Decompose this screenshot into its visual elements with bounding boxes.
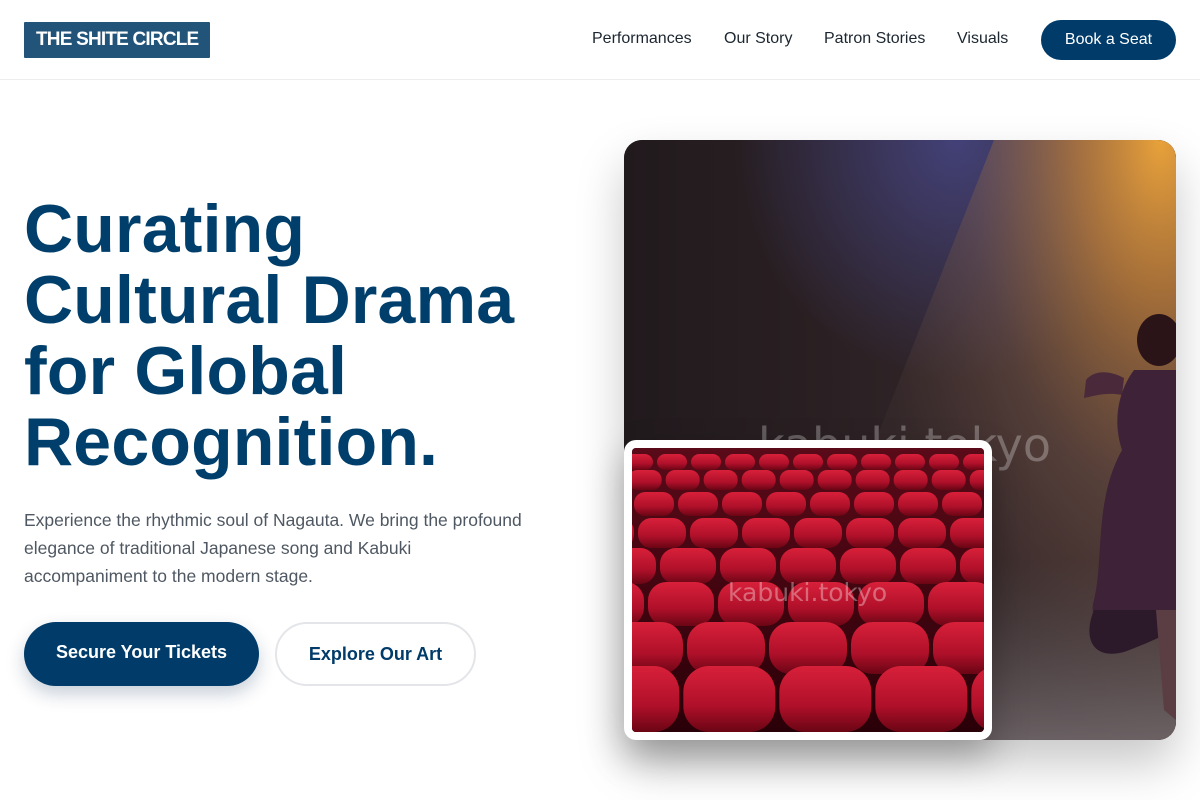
theater-seats-image: kabuki.tokyo bbox=[624, 440, 992, 740]
seat-shape bbox=[895, 454, 925, 470]
book-seat-button[interactable]: Book a Seat bbox=[1041, 20, 1176, 60]
seat-shape bbox=[779, 470, 814, 490]
seat-shape bbox=[690, 518, 738, 548]
hero-title-line: for Global bbox=[24, 333, 348, 409]
seat-shape bbox=[928, 582, 984, 626]
seat-shape bbox=[741, 470, 776, 490]
nav-link-visuals[interactable]: Visuals bbox=[957, 30, 1008, 48]
seat-shape bbox=[766, 492, 806, 516]
seat-shape bbox=[810, 492, 850, 516]
seat-shape bbox=[678, 492, 718, 516]
site-header: THE SHITE CIRCLE Performances Our Story … bbox=[0, 0, 1200, 80]
explore-art-button[interactable]: Explore Our Art bbox=[275, 622, 476, 686]
seat-shape bbox=[942, 492, 982, 516]
seat-shape bbox=[875, 666, 968, 732]
secure-tickets-button[interactable]: Secure Your Tickets bbox=[24, 622, 259, 686]
seat-shape bbox=[657, 454, 687, 470]
seat-shape bbox=[632, 666, 680, 732]
seat-shape bbox=[779, 666, 872, 732]
seat-shape bbox=[793, 454, 823, 470]
seat-shape bbox=[893, 470, 928, 490]
seat-shape bbox=[634, 492, 674, 516]
seat-shape bbox=[817, 470, 852, 490]
hero-subtitle-line: elegance of traditional Japanese song an… bbox=[24, 538, 412, 558]
site-logo[interactable]: THE SHITE CIRCLE bbox=[24, 22, 211, 58]
seat-shape bbox=[725, 454, 755, 470]
seat-shape bbox=[827, 454, 857, 470]
seat-shape bbox=[898, 518, 946, 548]
seat-shape bbox=[854, 492, 894, 516]
seat-shape bbox=[703, 470, 738, 490]
seat-shape bbox=[759, 454, 789, 470]
seat-shape bbox=[691, 454, 721, 470]
watermark-text: kabuki.tokyo bbox=[728, 578, 888, 607]
hero-title-line: Curating bbox=[24, 191, 306, 267]
seat-shape bbox=[648, 582, 714, 626]
seat-shape bbox=[632, 454, 653, 470]
nav-link-patron-stories[interactable]: Patron Stories bbox=[824, 30, 925, 48]
seat-shape bbox=[855, 470, 890, 490]
seat-shape bbox=[660, 548, 716, 584]
hero-subtitle: Experience the rhythmic soul of Nagauta.… bbox=[24, 506, 564, 590]
hero-title: Curating Cultural Drama for Global Recog… bbox=[24, 194, 584, 478]
seat-shape bbox=[861, 454, 891, 470]
seat-shape bbox=[794, 518, 842, 548]
nav-link-performances[interactable]: Performances bbox=[592, 30, 692, 48]
seat-shape bbox=[742, 518, 790, 548]
hero-subtitle-line: Experience the rhythmic soul of Nagauta.… bbox=[24, 510, 522, 530]
nav-link-our-story[interactable]: Our Story bbox=[724, 30, 792, 48]
seat-shape bbox=[683, 666, 776, 732]
seat-shape bbox=[632, 470, 662, 490]
seat-shape bbox=[665, 470, 700, 490]
seat-shape bbox=[638, 518, 686, 548]
hero-subtitle-line: accompaniment to the modern stage. bbox=[24, 566, 313, 586]
seat-shape bbox=[900, 548, 956, 584]
hero-title-line: Cultural Drama bbox=[24, 262, 515, 338]
seat-shape bbox=[931, 470, 966, 490]
seat-shape bbox=[898, 492, 938, 516]
hero-title-line: Recognition. bbox=[24, 404, 439, 480]
seat-shape bbox=[950, 518, 984, 548]
seat-shape bbox=[722, 492, 762, 516]
seat-shape bbox=[846, 518, 894, 548]
seat-shape bbox=[963, 454, 984, 470]
theater-seats-photo: kabuki.tokyo bbox=[632, 448, 984, 732]
seat-shape bbox=[929, 454, 959, 470]
